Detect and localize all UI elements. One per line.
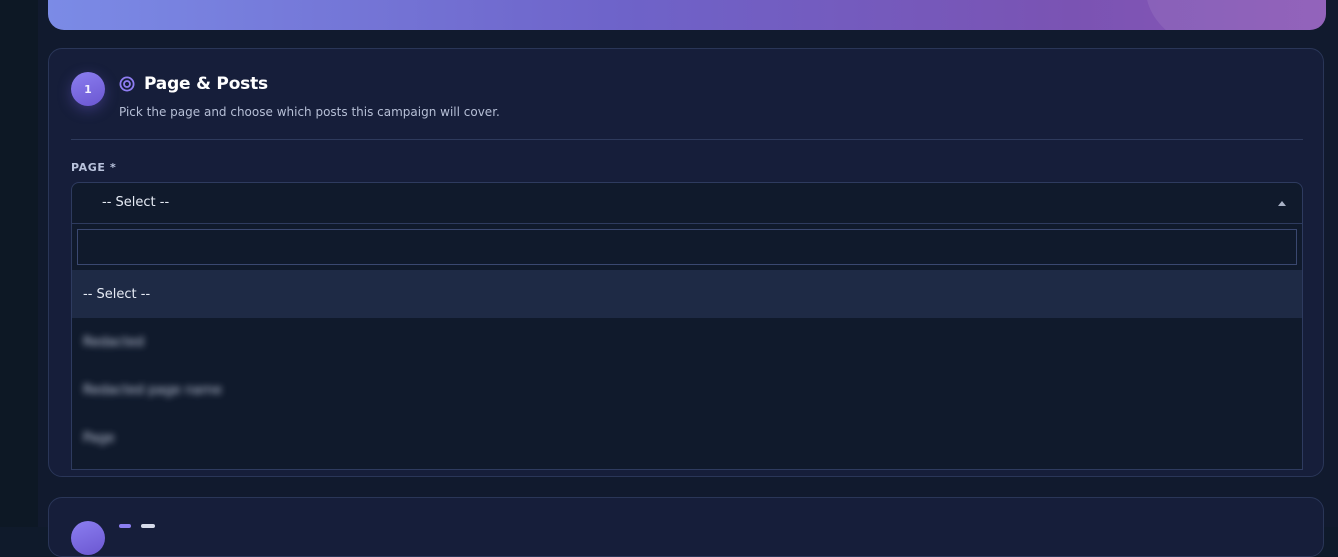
dropdown-option[interactable]: Redacted	[72, 318, 1302, 366]
step-card-page-and-posts: 1 Page & Posts Pick the page and choose …	[48, 48, 1324, 477]
page-field-label: PAGE *	[71, 161, 117, 174]
section-divider	[71, 139, 1303, 140]
hero-banner	[48, 0, 1326, 30]
dropdown-option-label: Page	[83, 430, 115, 446]
next-step-badge	[71, 521, 105, 555]
next-step-card	[48, 497, 1324, 557]
dropdown-option-label: Redacted page name	[83, 382, 222, 398]
dropdown-option[interactable]: Redacted page name	[72, 366, 1302, 414]
page-select[interactable]: -- Select --	[71, 182, 1303, 224]
banner-decoration	[1146, 0, 1326, 30]
card-title: Page & Posts	[144, 74, 268, 94]
next-step-icon	[119, 524, 131, 528]
step-number-badge: 1	[71, 72, 105, 106]
dropdown-search-input[interactable]	[77, 229, 1297, 265]
caret-up-icon	[1278, 201, 1286, 206]
target-icon	[119, 76, 135, 92]
card-subtitle: Pick the page and choose which posts thi…	[119, 105, 500, 119]
dropdown-option[interactable]: Page	[72, 414, 1302, 462]
next-step-title	[141, 524, 155, 528]
sidebar-edge	[0, 0, 38, 527]
page-select-value: -- Select --	[102, 195, 170, 210]
dropdown-option-label: -- Select --	[83, 286, 151, 302]
page-dropdown-panel: -- Select -- Redacted Redacted page name…	[71, 224, 1303, 470]
dropdown-option[interactable]: -- Select --	[72, 270, 1302, 318]
dropdown-option-label: Redacted	[83, 334, 145, 350]
